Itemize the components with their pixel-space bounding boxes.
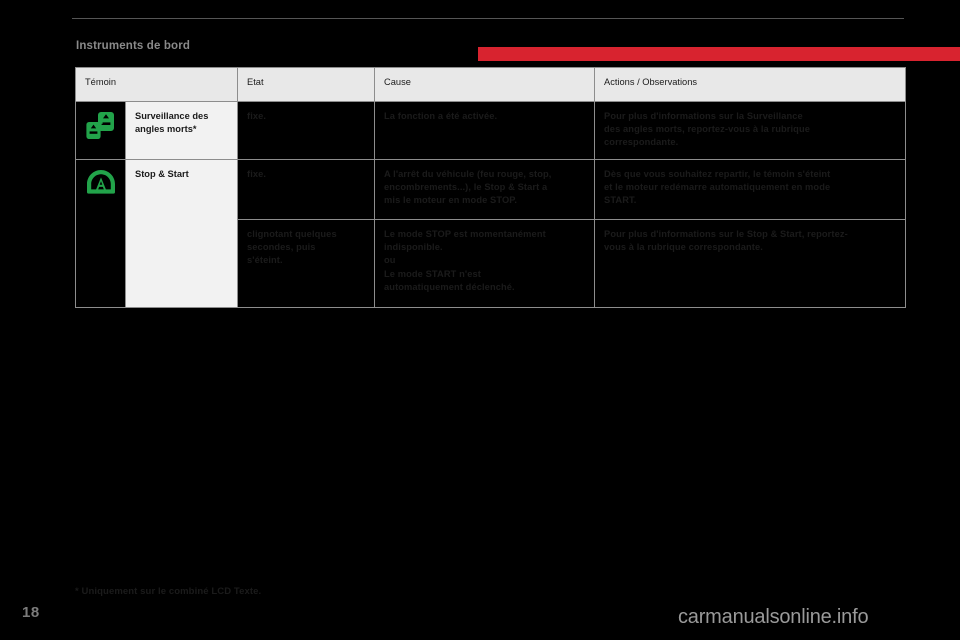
page-title: Instruments de bord	[76, 40, 191, 52]
table-body: Surveillance des angles morts* fixe. La …	[75, 101, 907, 308]
action-line: Pour plus d'informations sur la Surveill…	[604, 111, 803, 121]
cell-cause-stop-start-fixe: A l'arrêt du véhicule (feu rouge, stop, …	[374, 159, 596, 220]
etat-line: secondes, puis	[247, 242, 316, 253]
stop-and-start-icon	[85, 168, 119, 200]
table-row: Stop & Start fixe. A l'arrêt du véhicule…	[75, 159, 907, 308]
column-header-etat: Etat	[237, 67, 376, 102]
cause-line: Le mode START n'est	[384, 268, 481, 279]
cell-actions-stop-start-clignotant: Pour plus d'informations sur le Stop & S…	[594, 219, 907, 308]
cell-cause-stop-start-clignotant: Le mode STOP est momentanément indisponi…	[374, 219, 596, 308]
warning-lights-table: Témoin Etat Cause Actions / Observations	[74, 67, 907, 308]
cause-line: encombrements...), le Stop & Start a	[384, 182, 548, 193]
cell-etat-stop-start-fixe: fixe.	[237, 159, 376, 220]
cause-line: A l'arrêt du véhicule (feu rouge, stop,	[384, 169, 552, 179]
cause-line: indisponible.	[384, 242, 443, 253]
etat-line: clignotant quelques	[247, 229, 337, 239]
header-accent-bar	[478, 47, 960, 61]
table-header-row: Témoin Etat Cause Actions / Observations	[74, 67, 907, 102]
action-line: des angles morts, reportez-vous à la rub…	[604, 124, 811, 135]
cause-line: ou	[384, 255, 396, 266]
cause-line: Le mode STOP est momentanément	[384, 229, 546, 239]
blind-spot-monitoring-icon	[85, 110, 119, 142]
cell-etat-blind-spot: fixe.	[237, 101, 376, 160]
page-header: Instruments de bord	[0, 18, 960, 61]
column-header-actions: Actions / Observations	[594, 67, 907, 102]
action-line: START.	[604, 195, 637, 206]
cell-name-stop-start: Stop & Start	[124, 159, 239, 308]
header-divider	[72, 18, 904, 19]
action-line: Pour plus d'informations sur le Stop & S…	[604, 229, 848, 239]
action-line: et le moteur redémarre automatiquement e…	[604, 182, 831, 193]
cell-icon-stop-start	[75, 159, 126, 308]
cell-actions-blind-spot: Pour plus d'informations sur la Surveill…	[594, 101, 907, 160]
cell-actions-stop-start-fixe: Dès que vous souhaitez repartir, le témo…	[594, 159, 907, 220]
cell-etat-stop-start-clignotant: clignotant quelques secondes, puis s'éte…	[237, 219, 376, 308]
etat-line: s'éteint.	[247, 255, 283, 266]
action-line: vous à la rubrique correspondante.	[604, 242, 763, 253]
cause-line: automatiquement déclenché.	[384, 281, 515, 292]
table-row: Surveillance des angles morts* fixe. La …	[75, 101, 907, 160]
cell-cause-blind-spot: La fonction a été activée.	[374, 101, 596, 160]
cell-icon-blind-spot	[75, 101, 126, 160]
column-header-cause: Cause	[374, 67, 596, 102]
cause-line: mis le moteur en mode STOP.	[384, 195, 518, 206]
warning-lights-table-container: Témoin Etat Cause Actions / Observations	[74, 67, 907, 308]
action-line: Dès que vous souhaitez repartir, le témo…	[604, 169, 831, 179]
table-header: Témoin Etat Cause Actions / Observations	[74, 67, 907, 102]
watermark: carmanualsonline.info	[678, 606, 869, 628]
cell-name-blind-spot: Surveillance des angles morts*	[124, 101, 239, 160]
footnote: * Uniquement sur le combiné LCD Texte.	[75, 586, 262, 597]
action-line: correspondante.	[604, 137, 679, 148]
page-number: 18	[22, 604, 40, 621]
column-header-temoin: Témoin	[74, 67, 239, 102]
